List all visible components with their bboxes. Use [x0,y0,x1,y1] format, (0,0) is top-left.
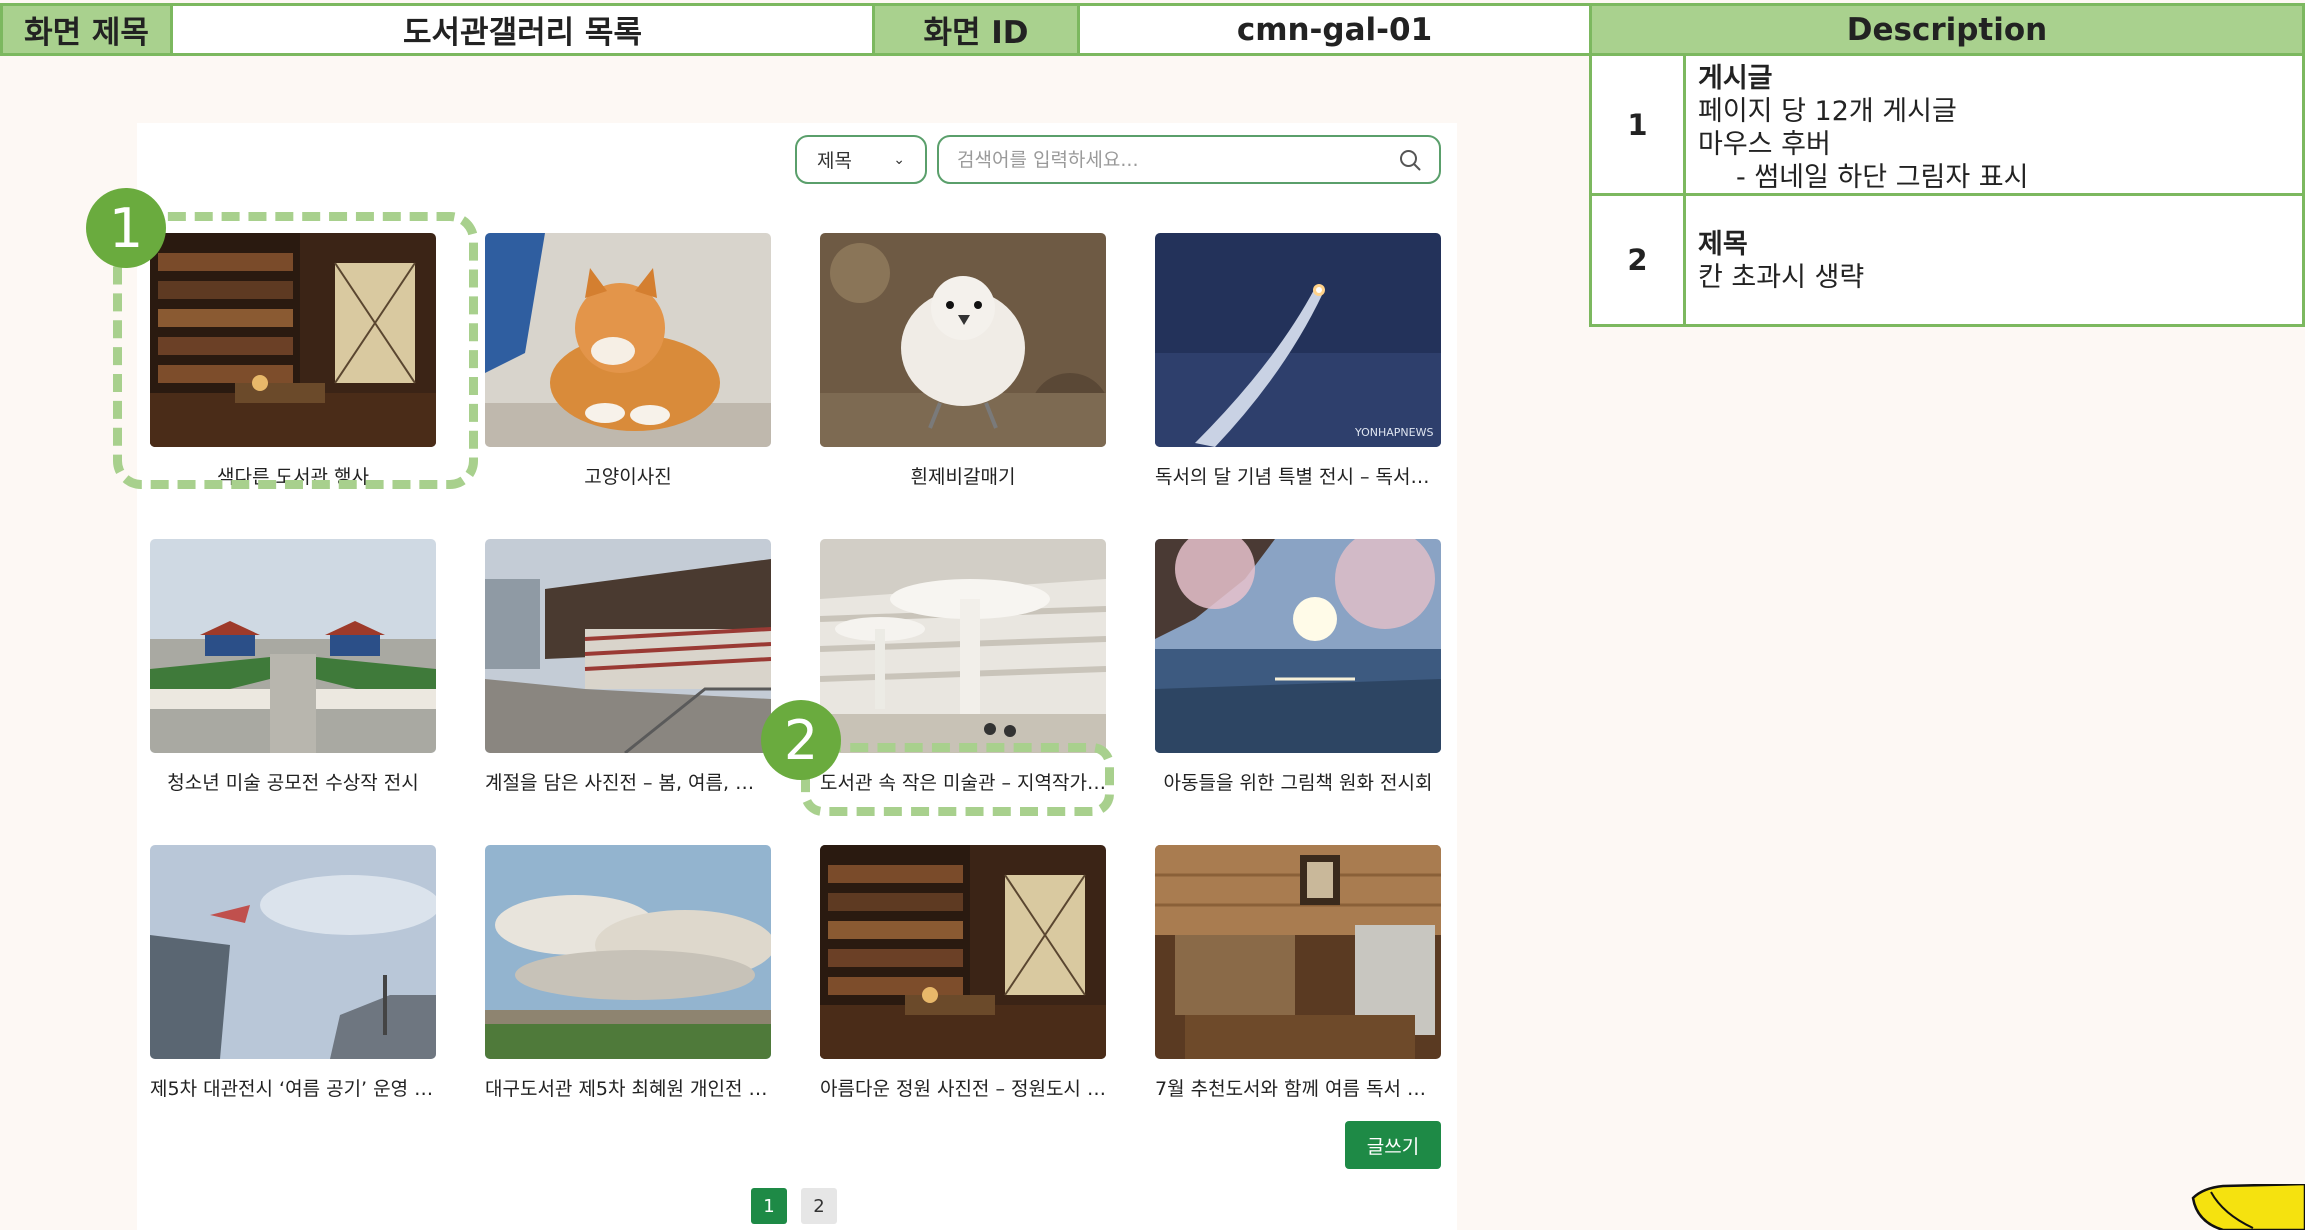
description-line: 페이지 당 12개 게시글 [1698,96,1957,127]
annotation-marker-2: 2 [761,700,841,780]
thumbnail-image[interactable]: YONHAPNEWS [1155,233,1441,447]
gallery-card[interactable]: YONHAPNEWS 독서의 달 기념 특별 전시 – 독서의 달 기념 특별 … [1155,233,1441,489]
write-post-button[interactable]: 글쓰기 [1345,1121,1441,1169]
description-header: Description [1589,3,2305,56]
thumbnail-image[interactable] [150,539,436,753]
pagination-page-2[interactable]: 2 [801,1188,837,1224]
search-icon[interactable] [1399,149,1421,171]
description-number: 2 [1592,196,1686,324]
gallery-card[interactable]: 아름다운 정원 사진전 – 정원도시 이야기 [820,845,1106,1101]
card-title[interactable]: 흰제비갈매기 [820,462,1106,489]
gallery-card[interactable]: 아동들을 위한 그림책 원화 전시회 [1155,539,1441,795]
search-field-select[interactable]: 제목 ⌄ [795,135,927,184]
description-line: 마우스 후버 [1698,129,1831,160]
card-title[interactable]: 7월 추천도서와 함께 여름 독서 여행 [1155,1074,1441,1101]
thumbnail-image[interactable] [820,845,1106,1059]
thumbnail-image[interactable] [485,539,771,753]
description-row-1: 1 게시글 페이지 당 12개 게시글 마우스 후버 - 썸네일 하단 그림자 … [1589,56,2305,196]
card-title[interactable]: 계절을 담은 사진전 – 봄, 여름, 가을, 겨울 [485,768,771,795]
description-title: 게시글 [1698,63,1773,94]
thumbnail-image[interactable] [1155,845,1441,1059]
description-number: 1 [1592,56,1686,193]
description-text: 제목 칸 초과시 생략 [1686,196,1876,324]
card-title[interactable]: 제5차 대관전시 ‘여름 공기’ 운영 안내 [150,1074,436,1101]
gallery-card[interactable]: 흰제비갈매기 [820,233,1106,489]
annotation-marker-1: 1 [86,188,166,268]
annotation-box-post [113,212,478,489]
gallery-card[interactable]: 7월 추천도서와 함께 여름 독서 여행 [1155,845,1441,1101]
screen-title-label: 화면 제목 [0,3,173,56]
gallery-card[interactable]: 제5차 대관전시 ‘여름 공기’ 운영 안내 [150,845,436,1101]
card-title[interactable]: 대구도서관 제5차 최혜원 개인전 안내 [485,1074,771,1101]
description-text: 게시글 페이지 당 12개 게시글 마우스 후버 - 썸네일 하단 그림자 표시 [1686,56,2040,193]
card-title[interactable]: 청소년 미술 공모전 수상작 전시 [150,768,436,795]
thumbnail-image[interactable] [485,845,771,1059]
description-line: 칸 초과시 생략 [1698,262,1865,293]
thumbnail-image[interactable] [820,233,1106,447]
thumbnail-image[interactable] [1155,539,1441,753]
search-box[interactable] [937,135,1441,184]
search-input[interactable] [957,146,1377,174]
gallery-card[interactable]: 대구도서관 제5차 최혜원 개인전 안내 [485,845,771,1101]
pagination-page-1[interactable]: 1 [751,1188,787,1224]
screen-id-value: cmn-gal-01 [1077,3,1592,56]
description-row-2: 2 제목 칸 초과시 생략 [1589,196,2305,327]
chevron-down-icon: ⌄ [893,151,905,168]
screen-id-label: 화면 ID [872,3,1080,56]
description-subline: - 썸네일 하단 그림자 표시 [1736,162,2029,193]
pencil-icon [2191,1184,2305,1230]
gallery-card[interactable]: 고양이사진 [485,233,771,489]
screen-title-value: 도서관갤러리 목록 [170,3,875,56]
card-title[interactable]: 아동들을 위한 그림책 원화 전시회 [1155,768,1441,795]
card-title[interactable]: 독서의 달 기념 특별 전시 – 독서의 달 기념 특별 전시 [1155,462,1441,489]
thumbnail-image[interactable] [485,233,771,447]
gallery-card[interactable]: 청소년 미술 공모전 수상작 전시 [150,539,436,795]
gallery-card[interactable]: 계절을 담은 사진전 – 봄, 여름, 가을, 겨울 [485,539,771,795]
card-title[interactable]: 아름다운 정원 사진전 – 정원도시 이야기 [820,1074,1106,1101]
thumbnail-image[interactable] [820,539,1106,753]
thumbnail-image[interactable] [150,845,436,1059]
watermark-text: YONHAPNEWS [1354,426,1433,439]
annotation-box-title [801,743,1114,816]
description-title: 제목 [1698,229,1748,260]
card-title[interactable]: 고양이사진 [485,462,771,489]
search-field-value: 제목 [817,150,852,172]
